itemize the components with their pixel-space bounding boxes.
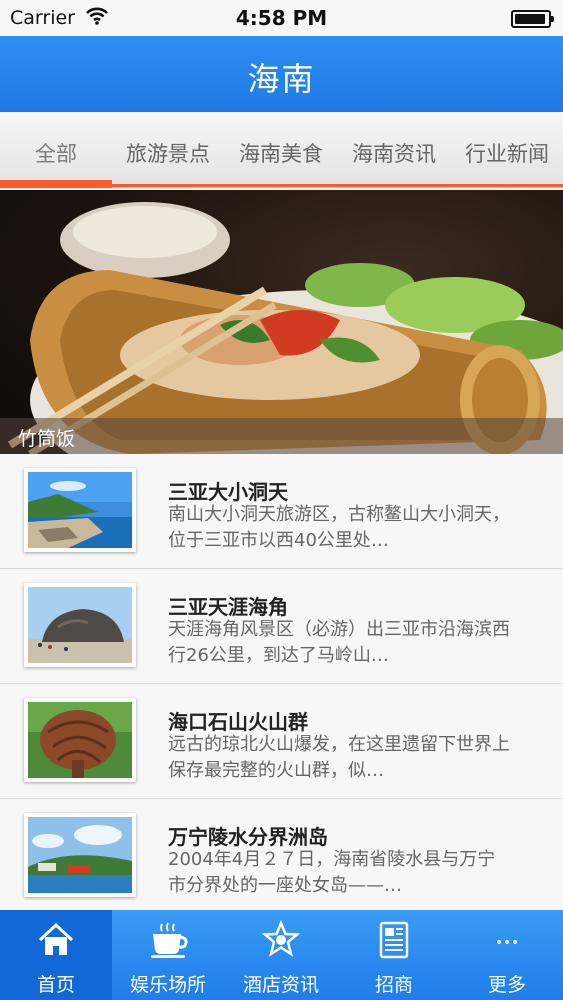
hero-banner[interactable]: 竹筒饭 [0, 190, 563, 454]
tabbar-label: 首页 [36, 974, 75, 996]
tabbar-more[interactable]: 更多 [451, 910, 563, 1000]
list-item-description: 南山大小洞天旅游区，古称鳌山大小洞天，位于三亚市以西40公里处… [168, 504, 510, 551]
list-item-description: 2004年4月２７日，海南省陵水县与万宁市分界处的一座处女岛——… [168, 849, 496, 896]
page-title: 海南 [247, 60, 316, 98]
tabbar-entertainment[interactable]: 娱乐场所 [112, 910, 224, 1000]
bottom-tab-bar: 首页 娱乐场所 酒店资讯 招商 更多 [0, 910, 563, 1000]
island-photo [24, 813, 136, 897]
tabbar-label: 娱乐场所 [129, 974, 206, 996]
tab-scenic-spots[interactable]: 旅游景点 [112, 138, 224, 168]
hero-caption: 竹筒饭 [0, 418, 563, 454]
category-tabs: 全部 旅游景点 海南美食 海南资讯 行业新闻 [0, 112, 563, 188]
rock-photo [24, 583, 136, 667]
tabbar-label: 酒店资讯 [242, 974, 319, 996]
tabbar-label: 更多 [487, 974, 526, 996]
tabbar-label: 招商 [374, 974, 413, 996]
clock: 4:58 PM [235, 6, 328, 30]
more-icon [487, 920, 527, 960]
battery-icon [511, 10, 554, 28]
article-list: 三亚大小洞天 南山大小洞天旅游区，古称鳌山大小洞天，位于三亚市以西40公里处… … [0, 454, 563, 914]
tabbar-hotel[interactable]: 酒店资讯 [225, 910, 337, 1000]
active-tab-indicator [0, 180, 112, 188]
list-item-title: 海口石山火山群 [168, 710, 308, 734]
bamboo-rice-photo [7, 202, 563, 454]
tree-root-photo [24, 698, 136, 782]
tab-industry-news[interactable]: 行业新闻 [451, 138, 563, 168]
hero-caption-text: 竹筒饭 [18, 428, 76, 450]
coffee-cup-icon [148, 920, 188, 960]
list-item-description: 远古的琼北火山爆发，在这里遗留下世界上保存最完整的火山群，似… [168, 734, 510, 781]
list-item[interactable]: 海口石山火山群 远古的琼北火山爆发，在这里遗留下世界上保存最完整的火山群，似… [0, 684, 563, 799]
navigation-bar: 海南 [0, 36, 563, 112]
list-item-title: 万宁陵水分界洲岛 [168, 825, 328, 849]
list-item-title: 三亚大小洞天 [168, 480, 288, 504]
list-item[interactable]: 三亚大小洞天 南山大小洞天旅游区，古称鳌山大小洞天，位于三亚市以西40公里处… [0, 454, 563, 569]
tabbar-investment[interactable]: 招商 [338, 910, 450, 1000]
tab-hainan-news[interactable]: 海南资讯 [338, 138, 450, 168]
list-item-description: 天涯海角风景区（必游）出三亚市沿海滨西行26公里，到达了马岭山… [168, 619, 510, 666]
list-item-title: 三亚天涯海角 [168, 595, 288, 619]
tab-hainan-food[interactable]: 海南美食 [225, 138, 337, 168]
star-badge-icon [261, 919, 301, 960]
home-icon [36, 920, 76, 960]
tabbar-home[interactable]: 首页 [0, 910, 112, 1000]
status-bar: Carrier 4:58 PM [0, 0, 563, 36]
newspaper-icon [374, 920, 414, 960]
tab-all[interactable]: 全部 [0, 138, 112, 168]
list-item[interactable]: 三亚天涯海角 天涯海角风景区（必游）出三亚市沿海滨西行26公里，到达了马岭山… [0, 569, 563, 684]
beach-photo [24, 468, 136, 552]
list-item[interactable]: 万宁陵水分界洲岛 2004年4月２７日，海南省陵水县与万宁市分界处的一座处女岛—… [0, 799, 563, 914]
